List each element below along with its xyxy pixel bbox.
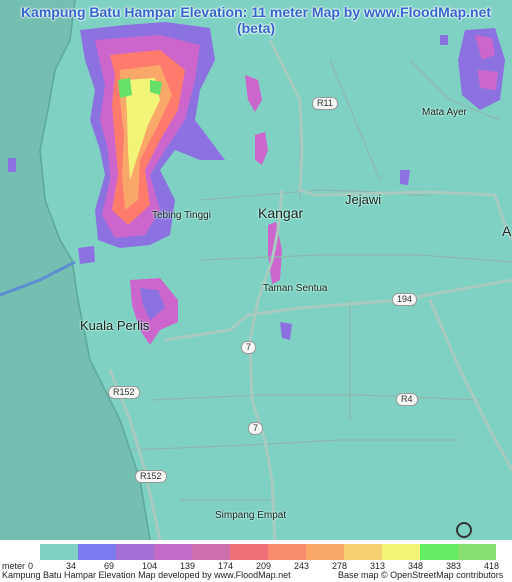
elevation-spot-coast [78,246,95,264]
road-shield-7-south: 7 [248,422,264,435]
place-label-jejawi: Jejawi [345,192,382,207]
basemap-credit: Base map © OpenStreetMap contributors [338,570,504,580]
map-title: Kampung Batu Hampar Elevation: 11 meter … [20,4,492,36]
place-label-edge-a: A [502,223,512,239]
place-label-simpang-empat: Simpang Empat [215,510,287,521]
legend-tick-label: 243 [294,561,310,571]
road-shield-r11: R11 [312,97,338,110]
legend-swatch [78,544,116,560]
legend-swatch [344,544,382,560]
legend-swatch [306,544,344,560]
map-canvas [0,0,512,540]
elevation-spot-west [8,158,16,172]
legend-swatch [268,544,306,560]
road-shield-7-north: 7 [241,341,257,354]
legend-swatch [40,544,78,560]
legend-swatch [420,544,458,560]
legend-swatch [116,544,154,560]
legend-swatch [382,544,420,560]
legend-swatch [154,544,192,560]
road-shield-r152-south: R152 [135,470,167,483]
osm-logo-icon [456,522,472,538]
road-shield-194: 194 [392,293,418,306]
elevation-map[interactable]: Kampung Batu Hampar Elevation: 11 meter … [0,0,512,540]
legend-swatch [192,544,230,560]
legend-swatch [230,544,268,560]
developer-credit: Kampung Batu Hampar Elevation Map develo… [2,570,291,580]
elevation-legend: meter 0 34 69 104 139 174 209 243 278 313 348 383 41… [0,540,512,582]
road-shield-r4: R4 [396,393,418,406]
place-label-mata-ayer: Mata Ayer [422,107,467,118]
legend-swatch [458,544,496,560]
road-shield-r152-north: R152 [108,386,140,399]
place-label-tebing-tinggi: Tebing Tinggi [152,210,211,221]
place-label-kuala-perlis: Kuala Perlis [80,318,150,333]
place-label-taman-sentua: Taman Sentua [263,283,328,294]
place-label-kangar: Kangar [258,205,304,221]
